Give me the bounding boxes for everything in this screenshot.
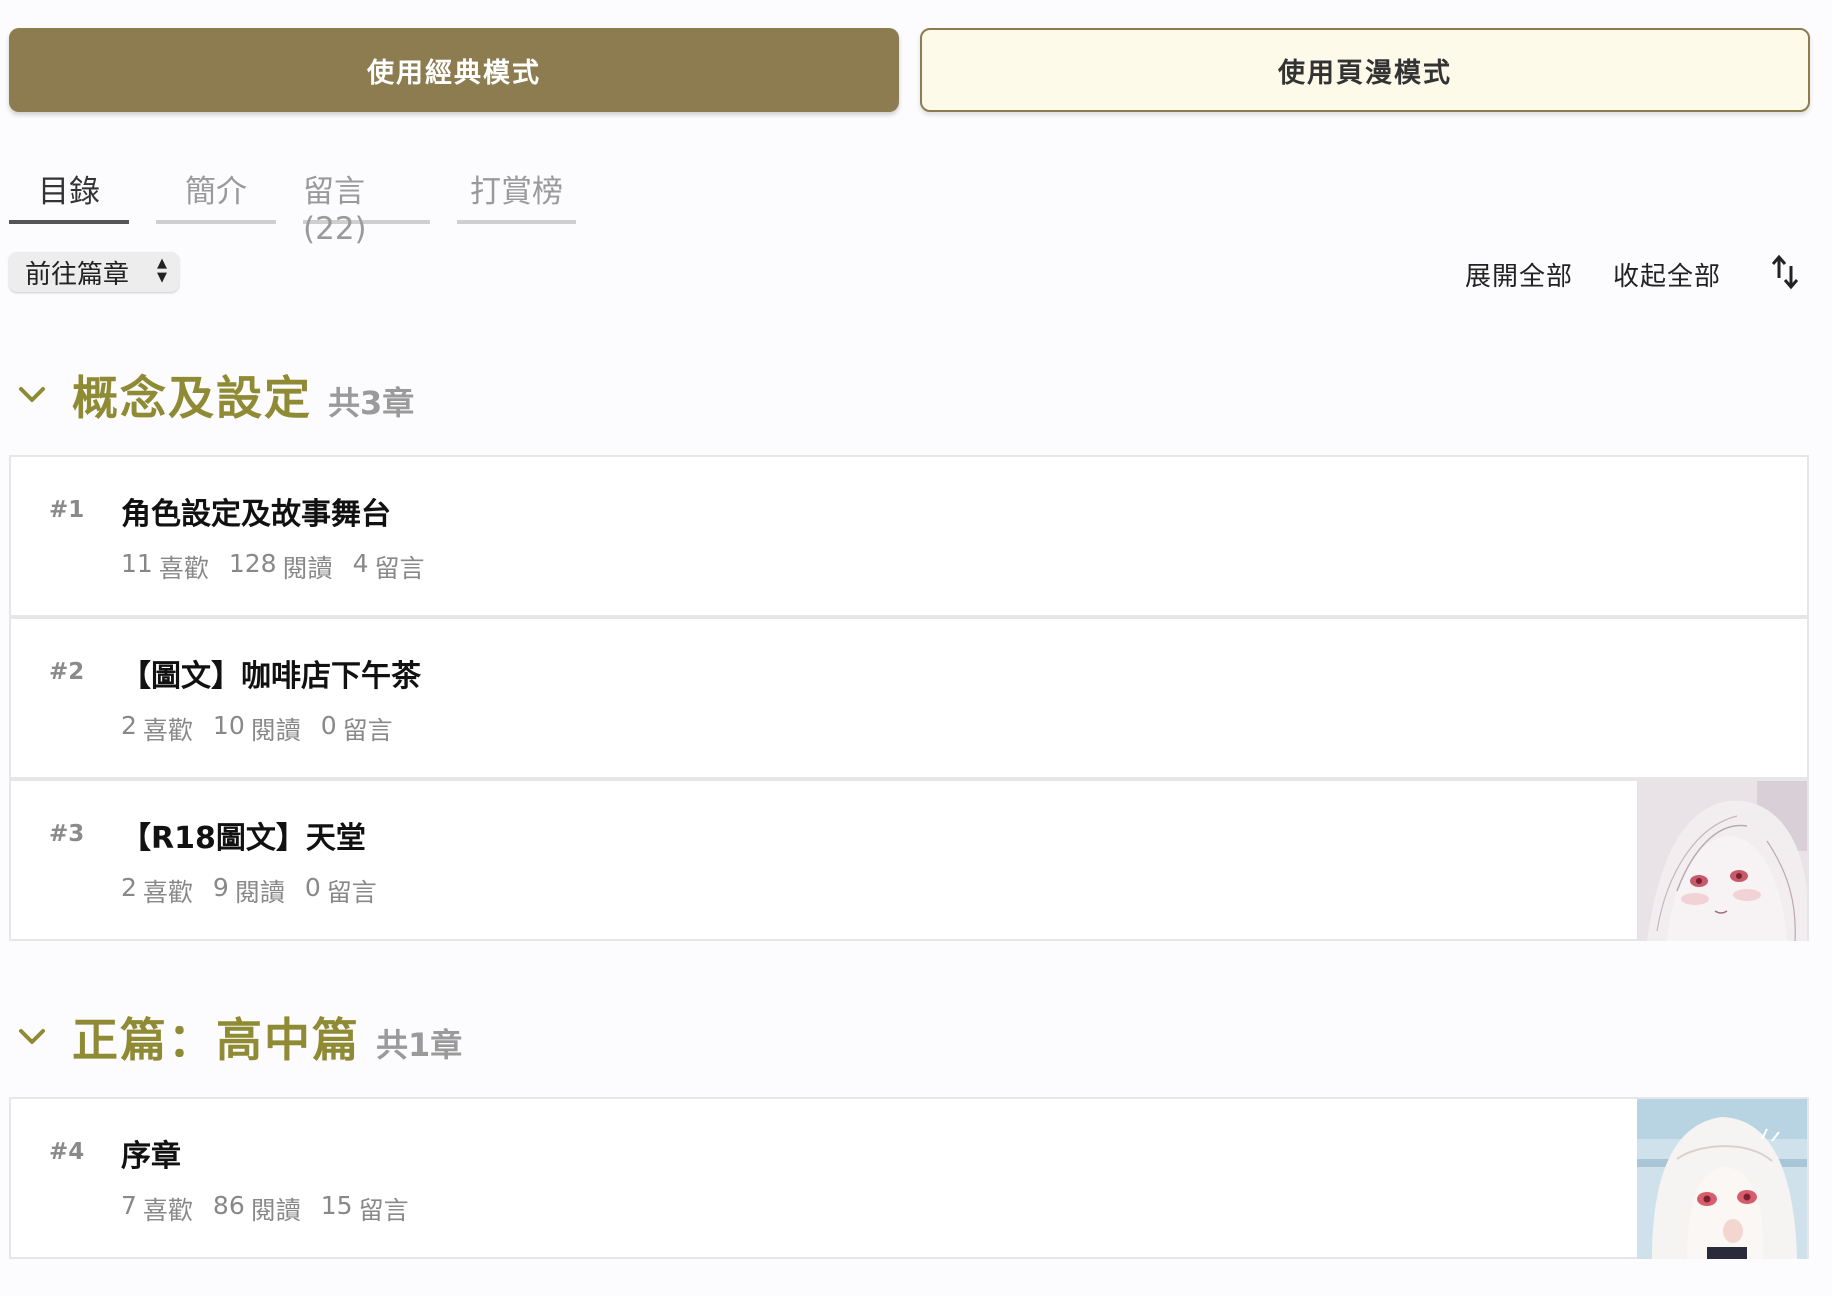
expand-all-button[interactable]: 展開全部 <box>1465 256 1573 293</box>
likes-label: 喜歡 <box>142 716 193 745</box>
reads-label: 閱讀 <box>250 1196 301 1225</box>
chapter-stats: 2 喜歡 9 閱讀 0 留言 <box>121 873 377 909</box>
section-chapter-count: 共3章 <box>328 384 415 422</box>
reads-count: 10 <box>212 711 245 740</box>
chapter-title: 【圖文】咖啡店下午茶 <box>121 659 421 694</box>
reads-label: 閱讀 <box>282 554 333 583</box>
comments-count: 4 <box>352 549 369 578</box>
select-arrows-icon: ▲ ▼ <box>157 256 167 285</box>
likes-count: 7 <box>121 1191 137 1220</box>
comments-count: 15 <box>320 1191 353 1220</box>
sort-order-icon[interactable] <box>1770 252 1800 292</box>
chapter-item[interactable]: #3 【R18圖文】天堂 2 喜歡 9 閱讀 0 留言 <box>9 779 1809 941</box>
chapter-stats: 11 喜歡 128 閱讀 4 留言 <box>121 549 424 585</box>
goto-chapter-select[interactable]: 前往篇章 ▲ ▼ <box>9 252 179 292</box>
chapter-stats: 7 喜歡 86 閱讀 15 留言 <box>121 1191 409 1227</box>
manga-mode-button[interactable]: 使用頁漫模式 <box>920 28 1810 112</box>
section-title: 正篇：高中篇 <box>72 1013 360 1067</box>
reads-count: 9 <box>212 873 229 902</box>
chapter-thumbnail <box>1637 1099 1807 1259</box>
likes-label: 喜歡 <box>158 554 209 583</box>
reads-label: 閱讀 <box>234 878 285 907</box>
comments-count: 0 <box>304 873 321 902</box>
classic-mode-button[interactable]: 使用經典模式 <box>9 28 899 112</box>
reads-label: 閱讀 <box>250 716 301 745</box>
chapter-number: #3 <box>49 821 85 847</box>
reads-count: 86 <box>212 1191 245 1220</box>
comments-label: 留言 <box>326 878 377 907</box>
comments-label: 留言 <box>342 716 393 745</box>
likes-count: 2 <box>121 711 137 740</box>
likes-label: 喜歡 <box>142 878 193 907</box>
tab-tip-ranking[interactable]: 打賞榜 <box>457 160 576 224</box>
section-header[interactable]: 正篇：高中篇 共1章 <box>18 1004 462 1070</box>
goto-chapter-label: 前往篇章 <box>25 259 130 290</box>
tab-contents[interactable]: 目錄 <box>9 160 129 224</box>
chapter-stats: 2 喜歡 10 閱讀 0 留言 <box>121 711 393 747</box>
chapter-number: #1 <box>49 497 85 523</box>
chapter-number: #2 <box>49 659 85 685</box>
comments-label: 留言 <box>374 554 425 583</box>
chapter-title: 角色設定及故事舞台 <box>121 497 391 532</box>
chapter-list-page: 使用經典模式 使用頁漫模式 目錄 簡介 留言 (22) 打賞榜 前往篇章 ▲ ▼ … <box>0 0 1832 1296</box>
chapter-thumbnail <box>1637 781 1807 941</box>
chapter-title: 【R18圖文】天堂 <box>121 821 366 856</box>
chapter-title: 序章 <box>121 1139 181 1174</box>
section-chapter-count: 共1章 <box>376 1026 463 1064</box>
chapter-item[interactable]: #2 【圖文】咖啡店下午茶 2 喜歡 10 閱讀 0 留言 <box>9 617 1809 779</box>
chapter-item[interactable]: #4 序章 7 喜歡 86 閱讀 15 留言 <box>9 1097 1809 1259</box>
chapter-item[interactable]: #1 角色設定及故事舞台 11 喜歡 128 閱讀 4 留言 <box>9 455 1809 617</box>
collapse-all-button[interactable]: 收起全部 <box>1613 256 1721 293</box>
chevron-down-icon[interactable] <box>18 385 46 405</box>
chevron-down-icon[interactable] <box>18 1027 46 1047</box>
likes-count: 11 <box>121 549 153 578</box>
section-header[interactable]: 概念及設定 共3章 <box>18 362 414 428</box>
likes-count: 2 <box>121 873 137 902</box>
tab-introduction[interactable]: 簡介 <box>156 160 276 224</box>
comments-label: 留言 <box>358 1196 409 1225</box>
reads-count: 128 <box>228 549 277 578</box>
tab-comments[interactable]: 留言 (22) <box>303 160 430 247</box>
likes-label: 喜歡 <box>142 1196 193 1225</box>
chapter-number: #4 <box>49 1139 85 1165</box>
section-title: 概念及設定 <box>72 371 312 425</box>
comments-count: 0 <box>320 711 337 740</box>
